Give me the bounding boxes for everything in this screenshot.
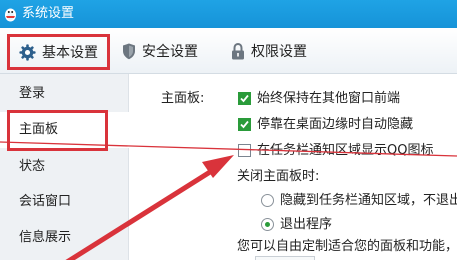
qq-penguin-icon xyxy=(5,8,16,22)
radio-hide-to-tray[interactable] xyxy=(261,194,274,207)
shield-icon xyxy=(123,43,135,59)
sidebar-item-info-display[interactable]: 信息展示 xyxy=(0,220,129,256)
checkbox-always-on-top[interactable] xyxy=(238,92,251,105)
radio-exit-program[interactable] xyxy=(261,218,274,231)
tab-security-settings[interactable]: 安全设置 xyxy=(122,28,198,74)
radio-exit-program-label: 退出程序 xyxy=(280,217,333,232)
tab-label: 基本设置 xyxy=(42,45,98,61)
check-icon xyxy=(240,94,249,103)
checkbox-tray-icon[interactable] xyxy=(238,144,251,157)
main-panel-settings: 主面板: 始终保持在其他窗口前端 停靠在桌面边缘时自动隐藏 在任务栏通知区域显示… xyxy=(130,74,457,260)
lock-icon xyxy=(232,42,244,59)
sidebar-item-status[interactable]: 状态 xyxy=(0,149,129,185)
option-tray-icon-label: 在任务栏通知区域显示QQ图标 xyxy=(257,143,434,158)
sidebar-item-login[interactable]: 登录 xyxy=(0,76,129,112)
title-bar: 系统设置 xyxy=(0,0,457,28)
option-auto-hide-label: 停靠在桌面边缘时自动隐藏 xyxy=(257,117,414,132)
checkbox-auto-hide[interactable] xyxy=(238,118,251,131)
settings-tab-bar: 基本设置 安全设置 权限设置 xyxy=(0,28,457,74)
window-title: 系统设置 xyxy=(22,6,75,21)
tab-basic-settings[interactable]: 基本设置 xyxy=(7,34,110,70)
tab-permission-settings[interactable]: 权限设置 xyxy=(231,28,307,74)
partial-panel-box xyxy=(255,256,315,260)
settings-sidebar: 登录 主面板 状态 会话窗口 信息展示 xyxy=(0,74,129,260)
settings-window: 系统设置 基本设置 安全设置 权限设置 登录 主面板 状态 会话窗口 信息展示 … xyxy=(0,0,457,260)
option-always-on-top-label: 始终保持在其他窗口前端 xyxy=(257,91,401,106)
check-icon xyxy=(240,120,249,129)
gear-icon xyxy=(19,43,36,61)
highlight-box-sidebar xyxy=(7,110,108,151)
sidebar-item-chat-window[interactable]: 会话窗口 xyxy=(0,184,129,220)
customize-note: 您可以自由定制适合您的面板和功能，使 xyxy=(237,239,457,254)
tab-label: 安全设置 xyxy=(142,44,198,60)
section-label: 主面板: xyxy=(161,91,205,106)
tab-label: 权限设置 xyxy=(251,44,307,60)
radio-hide-to-tray-label: 隐藏到任务栏通知区域，不退出程 xyxy=(280,193,457,208)
close-behavior-label: 关闭主面板时: xyxy=(237,169,320,184)
